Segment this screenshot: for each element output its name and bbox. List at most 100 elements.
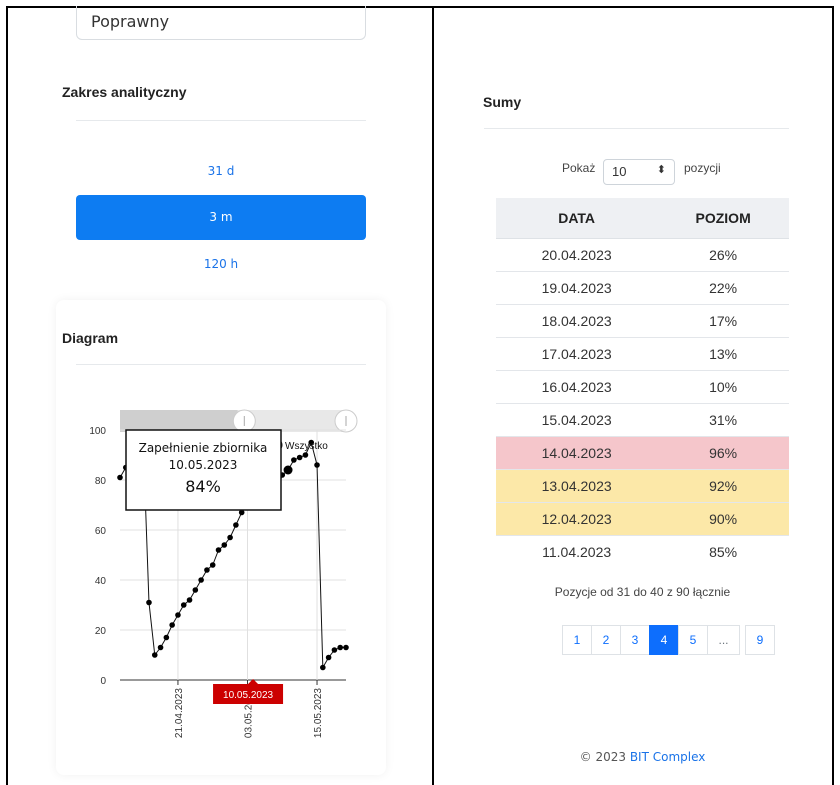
table-row: 18.04.2023 17%	[496, 304, 789, 338]
footer: © 2023 BIT Complex	[496, 750, 789, 764]
diagram-title: Diagram	[62, 330, 119, 346]
frame-left-border	[6, 6, 8, 785]
data-point[interactable]	[192, 587, 199, 593]
row-level: 10%	[657, 370, 789, 404]
frame-divider	[432, 6, 434, 785]
data-point[interactable]	[343, 644, 349, 651]
pagination: 1 2 3 4 5 ... 9	[562, 625, 775, 655]
row-level: 85%	[657, 535, 789, 568]
range-option-120h[interactable]: 120 h	[76, 257, 366, 271]
data-point[interactable]	[302, 452, 309, 458]
frame-right-border	[832, 6, 834, 785]
analytic-range-title: Zakres analityczny	[62, 84, 187, 100]
x-tick-label: 21.04.2023	[174, 688, 185, 738]
y-tick-label: 20	[95, 626, 107, 637]
data-point[interactable]	[331, 647, 338, 653]
y-tick-label: 60	[95, 526, 107, 537]
data-point[interactable]	[175, 612, 181, 618]
crosshair-label: 10.05.2023	[223, 690, 273, 701]
tooltip-value: 84%	[185, 477, 221, 496]
table-row: 12.04.2023 90%	[496, 502, 789, 536]
data-point[interactable]	[320, 664, 326, 671]
data-point[interactable]	[163, 634, 170, 641]
level-chart: 02040608010021.04.2023 03.05.2023 15.05.20…	[89, 409, 358, 738]
data-point[interactable]	[233, 522, 239, 528]
table-row: 15.04.2023 31%	[496, 403, 789, 437]
data-point[interactable]	[151, 652, 158, 658]
page-link-4[interactable]: 4	[649, 625, 679, 655]
row-level: 26%	[657, 238, 789, 272]
row-date: 18.04.2023	[496, 304, 658, 338]
pagination-info: Pozycje od 31 do 40 z 90 łącznie	[554, 585, 731, 599]
y-tick-label: 0	[100, 676, 106, 687]
range-option-31d[interactable]: 31 d	[76, 164, 366, 178]
page-size-select[interactable]: 10 ⬍	[603, 159, 675, 185]
column-header-date[interactable]: DATA	[496, 198, 658, 239]
data-point[interactable]	[186, 597, 193, 603]
row-date: 13.04.2023	[496, 469, 658, 503]
sums-title: Sumy	[483, 94, 522, 110]
footer-copyright: © 2023	[579, 750, 626, 764]
data-point[interactable]	[198, 577, 204, 583]
data-point[interactable]	[221, 542, 228, 548]
tooltip-series: Zapełnienie zbiornika	[139, 441, 268, 455]
section-divider	[76, 120, 366, 121]
sums-divider	[484, 128, 789, 129]
data-point[interactable]	[337, 644, 344, 651]
data-point[interactable]	[204, 567, 210, 573]
row-date: 12.04.2023	[496, 502, 658, 536]
data-point[interactable]	[227, 534, 233, 541]
row-date: 15.04.2023	[496, 403, 658, 437]
data-point[interactable]	[215, 547, 222, 553]
row-date: 20.04.2023	[496, 238, 658, 272]
data-point[interactable]	[157, 644, 164, 651]
row-date: 14.04.2023	[496, 436, 658, 470]
table-row: 16.04.2023 10%	[496, 370, 789, 404]
page-ellipsis: ...	[707, 625, 740, 655]
row-level: 13%	[657, 337, 789, 371]
row-level: 90%	[657, 502, 789, 536]
table-header-row: DATA POZIOM	[496, 198, 789, 239]
zoom-reset-label[interactable]: Wszystko	[285, 441, 328, 452]
page-link-9[interactable]: 9	[745, 625, 775, 655]
table-row: 17.04.2023 13%	[496, 337, 789, 371]
column-header-level[interactable]: POZIOM	[657, 198, 789, 239]
page-link-5[interactable]: 5	[678, 625, 708, 655]
row-date: 17.04.2023	[496, 337, 658, 371]
data-point[interactable]	[146, 599, 152, 606]
table-row: 13.04.2023 92%	[496, 469, 789, 503]
show-prefix-label: Pokaż	[562, 161, 596, 175]
footer-brand-link[interactable]: BIT Complex	[630, 750, 706, 764]
select-arrows-icon: ⬍	[656, 164, 666, 176]
data-point[interactable]	[169, 622, 175, 628]
y-tick-label: 100	[89, 426, 106, 437]
row-date: 19.04.2023	[496, 271, 658, 305]
row-date: 16.04.2023	[496, 370, 658, 404]
data-point[interactable]	[283, 465, 293, 475]
x-tick-label: 15.05.2023	[313, 688, 324, 738]
page-link-2[interactable]: 2	[591, 625, 621, 655]
data-point[interactable]	[296, 454, 303, 461]
row-level: 17%	[657, 304, 789, 338]
data-point[interactable]	[117, 474, 123, 481]
range-option-3m[interactable]: 3 m	[76, 195, 366, 240]
show-suffix-label: pozycji	[684, 161, 721, 175]
page-link-1[interactable]: 1	[562, 625, 592, 655]
y-tick-label: 40	[95, 576, 107, 587]
data-point[interactable]	[209, 562, 216, 568]
row-level: 96%	[657, 436, 789, 470]
page-link-3[interactable]: 3	[620, 625, 650, 655]
row-date: 11.04.2023	[496, 535, 658, 568]
data-point[interactable]	[291, 457, 297, 463]
row-level: 31%	[657, 403, 789, 437]
y-tick-label: 80	[95, 476, 107, 487]
table-row: 20.04.2023 26%	[496, 238, 789, 272]
data-point[interactable]	[314, 462, 320, 468]
data-point[interactable]	[180, 602, 187, 608]
table-row: 19.04.2023 22%	[496, 271, 789, 305]
sums-table: DATA POZIOM 20.04.2023 26% 19.04.2023 22% …	[496, 198, 789, 568]
data-point[interactable]	[325, 654, 332, 661]
page-size-value: 10	[612, 164, 627, 179]
navigator-selection[interactable]	[120, 410, 238, 432]
row-level: 92%	[657, 469, 789, 503]
